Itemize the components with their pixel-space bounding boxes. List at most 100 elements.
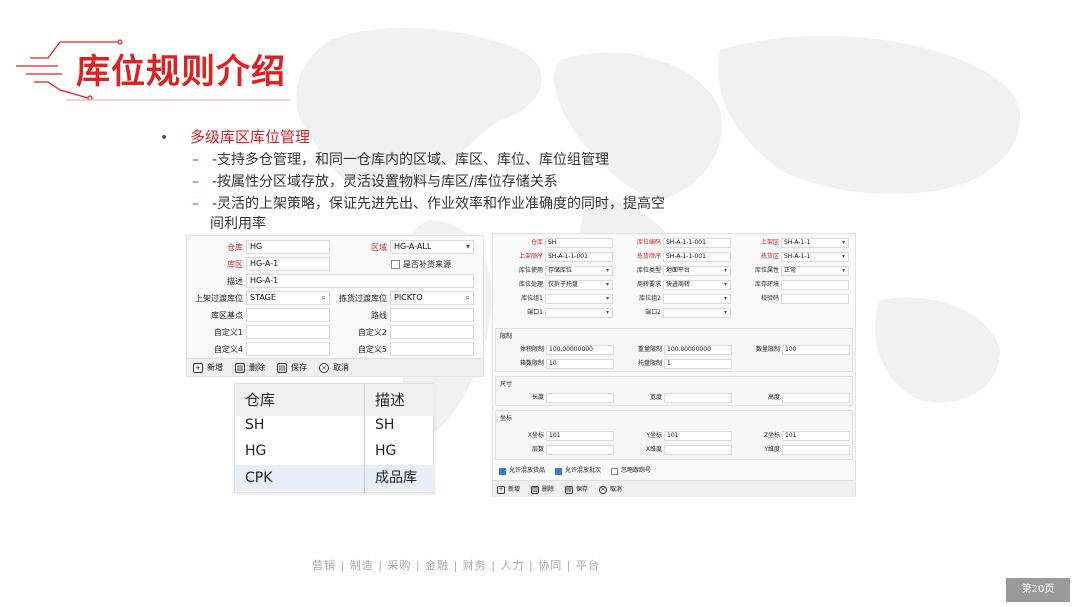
z-coord-label: Z坐标 xyxy=(763,432,780,439)
area-select[interactable]: HG-A-ALL xyxy=(390,240,474,254)
delete-button[interactable]: ▥ 删除 xyxy=(531,483,554,497)
y-dim-input[interactable] xyxy=(782,445,850,455)
page-title: 库位规则介绍 xyxy=(76,52,286,92)
weight-limit-input[interactable]: 100.00000000 xyxy=(664,345,732,355)
size-section-title: 尺寸 xyxy=(500,381,513,388)
mix-batch-checkbox[interactable] xyxy=(555,468,562,475)
group1-label: 库位组1 xyxy=(521,295,543,302)
limit-section: 限制 体积限制 100.00000000 重量限制 100.00000000 数… xyxy=(495,328,853,372)
table-cell[interactable]: HG xyxy=(365,438,435,464)
putaway-stage-input[interactable]: STAGE xyxy=(246,291,330,305)
z-coord-input[interactable]: 101 xyxy=(782,431,850,441)
y-coord-label: Y坐标 xyxy=(646,432,662,439)
save-button[interactable]: ▤ 保存 xyxy=(277,361,307,375)
custom2-label: 自定义2 xyxy=(357,328,387,337)
loc-attr-label: 库位属性 xyxy=(754,267,779,274)
table-cell[interactable]: HG xyxy=(235,438,365,464)
qty-limit-input[interactable]: 100 xyxy=(782,345,850,355)
bullet-text: -灵活的上架策略，保证先进先出、作业效率和作业准确度的同时，提高空 xyxy=(212,196,666,212)
custom1-input[interactable] xyxy=(246,325,330,339)
loc-use-select[interactable]: 存储库位 xyxy=(545,266,613,276)
custom1-label: 自定义1 xyxy=(213,328,243,337)
zone-base-input[interactable] xyxy=(246,308,330,322)
putaway-stage-label: 上架过渡库位 xyxy=(195,294,243,303)
x-dim-input[interactable] xyxy=(664,445,732,455)
pallet-limit-input[interactable]: 1 xyxy=(664,359,732,369)
x-coord-input[interactable]: 101 xyxy=(546,431,614,441)
qty-limit-label: 数量限制 xyxy=(755,346,780,353)
custom2-input[interactable] xyxy=(390,325,474,339)
cancel-button[interactable]: × 取消 xyxy=(599,483,622,497)
new-label: 新增 xyxy=(508,486,521,493)
replenish-label: 是否补货来源 xyxy=(403,260,451,269)
group2-select[interactable] xyxy=(663,294,731,304)
bullet-text: -支持多仓管理，和同一仓库内的区域、库区、库位、库位组管理 xyxy=(212,152,610,168)
y-dim-label: Y维度 xyxy=(764,446,780,453)
y-coord-input[interactable]: 101 xyxy=(664,431,732,441)
save-button[interactable]: ▤ 保存 xyxy=(565,483,588,497)
bullet-point-3: – -灵活的上架策略，保证先进先出、作业效率和作业准确度的同时，提高空 间利用率 xyxy=(192,194,666,232)
custom5-label: 自定义5 xyxy=(357,345,387,354)
zone-label: 库区 xyxy=(227,260,243,269)
loc-type-select[interactable]: 地面平台 xyxy=(663,266,731,276)
turnover-select[interactable]: 快进周转 xyxy=(663,280,731,290)
save-icon: ▤ xyxy=(565,486,573,494)
new-button[interactable]: + 新增 xyxy=(497,483,520,497)
width-input[interactable] xyxy=(664,393,732,403)
new-button[interactable]: + 新增 xyxy=(193,361,223,375)
length-input[interactable] xyxy=(546,393,614,403)
table-cell[interactable]: SH xyxy=(365,412,435,438)
cancel-button[interactable]: × 取消 xyxy=(319,361,349,375)
delete-button[interactable]: ▥ 删除 xyxy=(235,361,265,375)
cancel-label: 取消 xyxy=(610,486,623,493)
warehouse-input[interactable]: HG xyxy=(246,240,330,254)
height-input[interactable] xyxy=(782,393,850,403)
env-input[interactable] xyxy=(781,280,849,290)
replenish-checkbox[interactable] xyxy=(391,260,400,269)
check-code-input[interactable] xyxy=(781,294,849,304)
form-toolbar: + 新增 ▥ 删除 ▤ 保存 × 取消 xyxy=(187,358,483,376)
new-label: 新增 xyxy=(207,363,223,372)
cancel-icon: × xyxy=(599,486,607,494)
table-cell-selected[interactable]: 成品库 xyxy=(365,465,435,491)
route-label: 路线 xyxy=(371,311,387,320)
put-seq-input[interactable]: SH-A-1-1-001 xyxy=(545,252,613,262)
wh-input[interactable]: SH xyxy=(545,238,613,248)
pick-seq-input[interactable]: SH-A-1-1-001 xyxy=(663,252,731,262)
mix-goods-checkbox[interactable] xyxy=(499,468,506,475)
limit-section-title: 限制 xyxy=(500,333,513,340)
table-cell-selected[interactable]: CPK xyxy=(235,465,365,491)
coordinate-section: 坐标 X坐标 101 Y坐标 101 Z坐标 101 层数 X维度 Y维度 xyxy=(495,410,853,460)
loc-code-label: 库位编码 xyxy=(636,239,661,246)
coordinate-section-title: 坐标 xyxy=(500,415,513,422)
mix-goods-label: 允许混放货品 xyxy=(509,467,546,474)
group1-select[interactable] xyxy=(545,294,613,304)
ignore-tracking-checkbox[interactable] xyxy=(611,468,618,475)
table-cell[interactable]: SH xyxy=(235,412,365,438)
loc-handle-select[interactable]: 仅拆于托盘 xyxy=(545,280,613,290)
bullet-point-2: – -按属性分区域存放，灵活设置物料与库区/库位存储关系 xyxy=(192,172,558,192)
env-label: 库存环境 xyxy=(754,281,779,288)
x-coord-label: X坐标 xyxy=(527,432,544,439)
weight-limit-label: 重量限制 xyxy=(637,346,662,353)
box-limit-input[interactable]: 10 xyxy=(546,359,614,369)
volume-limit-label: 体积限制 xyxy=(519,346,544,353)
custom5-input[interactable] xyxy=(390,342,474,356)
custom4-input[interactable] xyxy=(246,342,330,356)
loc-handle-label: 库位处理 xyxy=(518,281,543,288)
desc-input[interactable]: HG-A-1 xyxy=(246,274,474,288)
putaway-zone-select[interactable]: SH-A-1-1 xyxy=(781,238,849,248)
loc-attr-select[interactable]: 正常 xyxy=(781,266,849,276)
volume-limit-input[interactable]: 100.00000000 xyxy=(546,345,614,355)
route-input[interactable] xyxy=(390,308,474,322)
port2-select[interactable] xyxy=(663,308,731,318)
zone-input[interactable]: HG-A-1 xyxy=(246,257,330,271)
footer-nav: 营销 | 制造 | 采购 | 金融 | 财务 | 人力 | 协同 | 平台 xyxy=(312,559,600,572)
ignore-tracking-label: 忽略跟踪号 xyxy=(621,467,652,474)
loc-code-input[interactable]: SH-A-1-1-001 xyxy=(663,238,731,248)
x-dim-label: X维度 xyxy=(645,446,662,453)
pick-stage-input[interactable]: PICKTO xyxy=(390,291,474,305)
port1-select[interactable] xyxy=(545,308,613,318)
pick-zone-select[interactable]: SH-A-1-1 xyxy=(781,252,849,262)
layer-input[interactable] xyxy=(546,445,614,455)
